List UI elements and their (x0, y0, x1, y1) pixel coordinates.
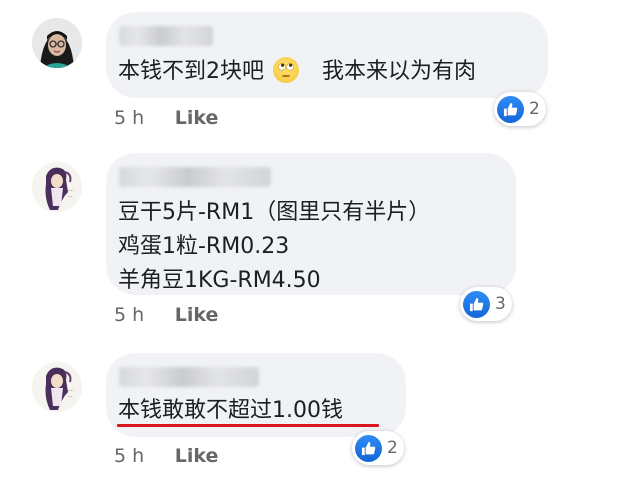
avatar[interactable]: ····· ··· (32, 162, 82, 212)
comment-meta: 5 h Like (114, 107, 218, 129)
avatar-illustrated-girl-image: ····· ··· (32, 162, 82, 212)
like-icon (355, 434, 382, 462)
reaction-count-badge[interactable]: 3 (460, 287, 512, 321)
avatar-woman-glasses-image (32, 18, 82, 68)
avatar[interactable] (32, 18, 82, 68)
comment-1: 本钱不到2块吧 我本来以为有肉 5 h Like 2 (0, 0, 640, 140)
like-button[interactable]: Like (175, 304, 219, 326)
timestamp[interactable]: 5 h (114, 445, 144, 467)
author-name-blurred[interactable] (119, 167, 271, 187)
comment-text: 本钱不到2块吧 我本来以为有肉 (118, 56, 476, 88)
svg-text:···: ··· (68, 194, 73, 200)
svg-text:···: ··· (68, 394, 73, 400)
red-underline-annotation (117, 424, 379, 427)
author-name-blurred[interactable] (119, 26, 213, 46)
reaction-count-badge[interactable]: 2 (494, 92, 546, 126)
reaction-count-badge[interactable]: 2 (352, 431, 404, 465)
like-icon (463, 290, 490, 318)
comment-text-line-2: 鸡蛋1粒-RM0.23 (118, 234, 290, 259)
comment-text: 本钱敢敢不超过1.00钱 (118, 398, 343, 423)
reaction-count: 3 (495, 294, 506, 314)
comment-text-part-2: 我本来以为有肉 (322, 59, 477, 84)
reaction-count: 2 (529, 99, 540, 119)
like-button[interactable]: Like (175, 445, 219, 467)
timestamp[interactable]: 5 h (114, 107, 144, 129)
timestamp[interactable]: 5 h (114, 304, 144, 326)
like-icon (497, 95, 524, 123)
comment-meta: 5 h Like (114, 304, 218, 326)
like-button[interactable]: Like (175, 107, 219, 129)
comment-text-line-3: 羊角豆1KG-RM4.50 (118, 268, 321, 293)
comment-bubble: 豆干5片-RM1（图里只有半片） 鸡蛋1粒-RM0.23 羊角豆1KG-RM4.… (106, 153, 516, 295)
comment-2: ····· ··· 豆干5片-RM1（图里只有半片） 鸡蛋1粒-RM0.23 羊… (0, 140, 640, 340)
comment-bubble: 本钱不到2块吧 我本来以为有肉 (106, 12, 548, 98)
comment-text-line-1: 豆干5片-RM1（图里只有半片） (118, 200, 431, 225)
avatar[interactable]: ····· ··· (32, 362, 82, 412)
reaction-count: 2 (387, 438, 398, 458)
rolling-eyes-emoji-icon (273, 57, 299, 83)
avatar-illustrated-girl-image: ····· ··· (32, 362, 82, 412)
author-name-blurred[interactable] (119, 367, 259, 387)
comment-meta: 5 h Like (114, 445, 218, 467)
comment-3: ····· ··· 本钱敢敢不超过1.00钱 5 h Like 2 (0, 340, 640, 483)
comment-text-part-1: 本钱不到2块吧 (118, 59, 264, 84)
